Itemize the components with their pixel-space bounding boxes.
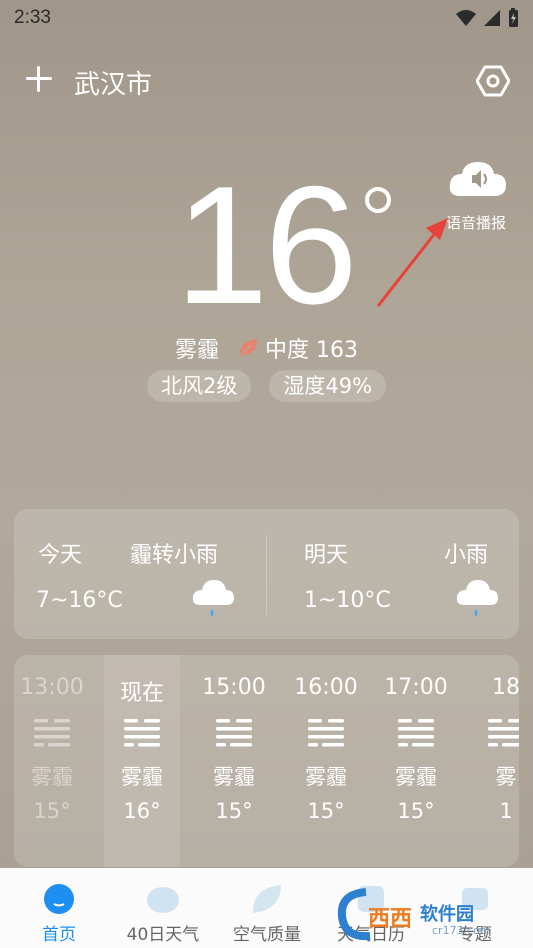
- red-arrow-annotation: [376, 218, 448, 307]
- wind-pill: 北风2级: [146, 370, 252, 402]
- rain-cloud-icon: [456, 580, 498, 617]
- nav-air-quality[interactable]: 空气质量: [214, 868, 320, 948]
- rain-cloud-icon: [192, 580, 234, 617]
- voice-broadcast-label[interactable]: 语音播报: [446, 212, 506, 233]
- status-icons: [455, 8, 519, 28]
- hourly-item[interactable]: 13:00 雾霾 15°: [14, 655, 90, 867]
- hourly-item[interactable]: 16:00 雾霾 15°: [288, 655, 364, 867]
- nav-40-day-label: 40日天气: [126, 925, 200, 945]
- hourly-forecast-card[interactable]: 13:00 雾霾 15° 现在 雾霾 16° 15:00 雾霾 15° 16:00 雾霾 15° 17:…: [14, 655, 519, 867]
- hourly-condition: 雾霾: [395, 765, 437, 789]
- status-bar: 2:33: [0, 0, 533, 36]
- nav-home-label: 首页: [42, 925, 76, 945]
- hourly-time: 13:00: [20, 675, 84, 700]
- voice-broadcast-button[interactable]: [448, 160, 508, 198]
- hourly-time: 现在: [119, 681, 164, 706]
- nav-air-quality-label: 空气质量: [233, 925, 301, 945]
- aqi-summary[interactable]: 中度 163: [229, 332, 358, 364]
- hourly-temperature: 15°: [397, 799, 435, 823]
- hourly-condition: 雾霾: [305, 765, 347, 789]
- status-time: 2:33: [14, 7, 51, 28]
- hourly-item[interactable]: 15:00 雾霾 15°: [196, 655, 272, 867]
- current-temperature: 16: [175, 161, 391, 329]
- hourly-temperature: 16°: [123, 799, 161, 823]
- humidity-pill: 湿度49%: [269, 370, 387, 402]
- tomorrow-label: 明天: [304, 543, 349, 568]
- forecast-divider: [266, 535, 267, 615]
- tomorrow-condition: 小雨: [444, 543, 489, 568]
- add-city-button[interactable]: [22, 62, 56, 96]
- hourly-condition: 雾霾: [213, 765, 255, 789]
- hourly-time: 15:00: [202, 675, 266, 700]
- haze-icon: [34, 719, 70, 747]
- leaf-icon: [252, 885, 281, 913]
- hourly-time: 16:00: [294, 675, 358, 700]
- watermark-site: cr173.com: [432, 924, 491, 937]
- current-condition: 雾霾: [174, 338, 219, 363]
- svg-text:西西: 西西: [368, 907, 412, 932]
- haze-icon: [308, 719, 344, 747]
- hourly-condition: 雾: [495, 765, 517, 789]
- hourly-time: 18: [492, 675, 519, 700]
- nav-home[interactable]: 首页: [6, 868, 112, 948]
- aqi-leaf-icon: [239, 339, 257, 356]
- hourly-temperature: 15°: [215, 799, 253, 823]
- wifi-icon: [456, 10, 476, 26]
- aqi-value: 中度 163: [265, 338, 358, 363]
- haze-icon: [124, 719, 160, 747]
- tomorrow-temps: 1~10°C: [304, 588, 391, 613]
- hourly-temperature: 15°: [307, 799, 345, 823]
- city-name[interactable]: 武汉市: [74, 64, 152, 101]
- top-bar: 武汉市: [0, 56, 533, 104]
- hourly-condition: 雾霾: [31, 765, 73, 789]
- haze-icon: [488, 719, 519, 747]
- hourly-temperature: 15°: [33, 799, 71, 823]
- hourly-condition: 雾霾: [121, 765, 163, 789]
- hourly-temperature: 1: [499, 799, 513, 823]
- condition-row: 雾霾 中度 163: [0, 332, 533, 364]
- nav-40-day[interactable]: 40日天气: [110, 868, 216, 948]
- signal-icon: [484, 10, 500, 26]
- haze-icon: [216, 719, 252, 747]
- today-label: 今天: [38, 543, 83, 568]
- hourly-time: 17:00: [384, 675, 448, 700]
- hourly-item[interactable]: 17:00 雾霾 15°: [378, 655, 454, 867]
- watermark-logo-icon: 西西: [337, 888, 412, 941]
- watermark-text: 软件园: [420, 904, 474, 925]
- home-cloud-icon: [44, 884, 74, 914]
- detail-pills: 北风2级 湿度49%: [0, 370, 533, 402]
- site-watermark: 西西 软件园 cr173.com: [336, 886, 520, 942]
- today-temps: 7~16°C: [36, 588, 123, 613]
- cloud-icon: [147, 887, 179, 913]
- settings-hexagon-icon[interactable]: [476, 64, 510, 98]
- hourly-item[interactable]: 18 雾 1: [468, 655, 519, 867]
- haze-icon: [398, 719, 434, 747]
- battery-icon: [509, 8, 518, 27]
- temperature-value: 16: [175, 151, 358, 339]
- today-condition: 霾转小雨: [130, 543, 219, 568]
- two-day-forecast-card[interactable]: 今天 霾转小雨 7~16°C 明天 小雨 1~10°C: [14, 509, 519, 639]
- hourly-item[interactable]: 现在雾霾 16°: [104, 655, 180, 867]
